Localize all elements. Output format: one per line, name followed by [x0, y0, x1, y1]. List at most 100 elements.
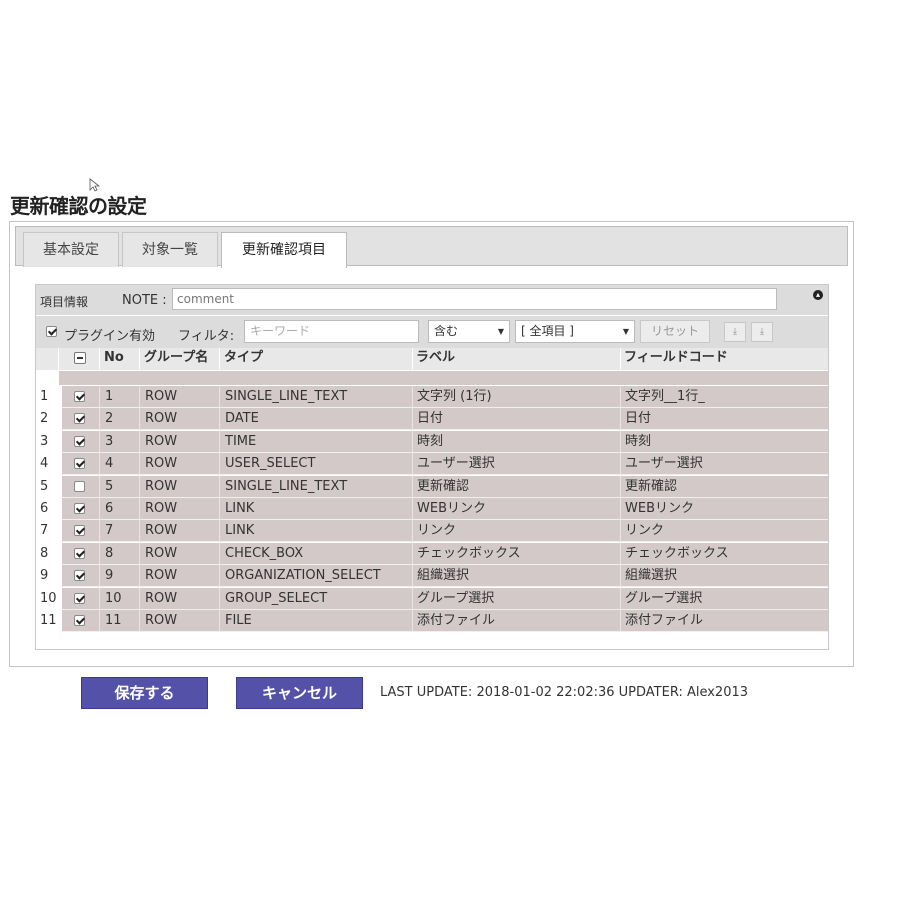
table-row[interactable]: 11 11 ROW FILE 添付ファイル 添付ファイル — [36, 610, 828, 632]
dropdown-arrow-icon: ▼ — [497, 327, 504, 336]
plugin-enabled-checkbox[interactable] — [46, 326, 57, 337]
table-row[interactable]: 7 7 ROW LINK リンク リンク — [36, 520, 828, 543]
settings-panel: 基本設定 対象一覧 更新確認項目 項目情報 NOTE : comment ▴ プ… — [9, 221, 854, 667]
row-checkbox-cell — [74, 498, 85, 520]
row-group: ROW — [145, 501, 178, 516]
dropdown-arrow-icon: ▼ — [622, 327, 629, 336]
row-field-code: 更新確認 — [625, 478, 678, 494]
row-checkbox[interactable] — [74, 547, 85, 559]
row-checkbox-cell — [74, 408, 85, 430]
cancel-button[interactable]: キャンセル — [236, 677, 363, 709]
row-field-code: ユーザー選択 — [625, 456, 703, 472]
row-index: 3 — [36, 430, 62, 453]
tab-bar: 基本設定 対象一覧 更新確認項目 — [15, 226, 848, 268]
table-row[interactable]: 1 1 ROW SINGLE_LINE_TEXT 文字列 (1行) 文字列__1行_ — [36, 386, 828, 408]
tab-update-check-items[interactable]: 更新確認項目 — [221, 232, 347, 268]
item-info-label: 項目情報 — [40, 295, 89, 309]
row-label: 文字列 (1行) — [417, 389, 492, 404]
move-bottom-icon[interactable]: ⤓ — [751, 322, 773, 342]
row-checkbox[interactable] — [74, 592, 85, 604]
row-checkbox[interactable] — [74, 413, 85, 425]
row-type: GROUP_SELECT — [225, 590, 328, 606]
field-scope-select[interactable]: [ 全項目 ] ▼ — [515, 320, 635, 343]
row-group: ROW — [145, 389, 178, 404]
row-index: 10 — [36, 587, 62, 610]
tab-basic-settings[interactable]: 基本設定 — [23, 232, 119, 267]
row-label: 組織選択 — [417, 568, 470, 584]
mouse-pointer-icon — [89, 178, 101, 192]
note-label: NOTE : — [122, 293, 167, 308]
note-input[interactable]: comment — [172, 288, 777, 310]
row-label: 添付ファイル — [417, 613, 496, 628]
collapse-icon[interactable]: ▴ — [813, 290, 823, 300]
row-checkbox-cell — [74, 453, 85, 475]
row-no: 1 — [105, 389, 114, 404]
match-mode-value: 含む — [434, 324, 459, 338]
move-down-icon[interactable]: ⤓ — [724, 322, 746, 342]
table-row[interactable]: 4 4 ROW USER_SELECT ユーザー選択 ユーザー選択 — [36, 453, 828, 476]
row-index: 7 — [36, 520, 62, 543]
item-table-panel: 項目情報 NOTE : comment ▴ プラグイン有効 フィルタ: キーワー… — [35, 284, 829, 650]
row-label: チェックボックス — [417, 545, 521, 561]
row-index: 11 — [36, 610, 62, 632]
table-row[interactable]: 10 10 ROW GROUP_SELECT グループ選択 グループ選択 — [36, 587, 828, 610]
row-checkbox[interactable] — [74, 458, 85, 470]
row-field-code: 日付 — [625, 411, 652, 427]
match-mode-select[interactable]: 含む ▼ — [428, 320, 510, 343]
table-row[interactable]: 6 6 ROW LINK WEBリンク WEBリンク — [36, 498, 828, 520]
row-no: 10 — [105, 590, 122, 606]
row-type: DATE — [225, 411, 259, 427]
last-update-text: LAST UPDATE: 2018-01-02 22:02:36 UPDATER… — [380, 685, 749, 700]
row-field-code: 文字列__1行_ — [625, 389, 705, 404]
row-index: 8 — [36, 542, 62, 565]
row-checkbox-cell — [74, 476, 85, 498]
row-checkbox-cell — [74, 588, 85, 610]
row-type: LINK — [225, 501, 255, 516]
header-no: No — [104, 350, 124, 365]
row-no: 8 — [105, 545, 114, 561]
row-no: 6 — [105, 501, 114, 516]
row-label: ユーザー選択 — [417, 456, 495, 472]
row-group: ROW — [145, 590, 178, 606]
row-checkbox[interactable] — [74, 435, 85, 447]
filter-row: プラグイン有効 フィルタ: キーワード 含む ▼ [ 全項目 ] ▼ リセット … — [36, 316, 828, 348]
row-checkbox-cell — [74, 386, 85, 408]
row-group: ROW — [145, 411, 178, 427]
row-field-code: 時刻 — [625, 433, 652, 449]
row-checkbox[interactable] — [74, 525, 85, 537]
filter-label: フィルタ: — [178, 329, 235, 344]
row-checkbox[interactable] — [74, 503, 85, 514]
row-checkbox[interactable] — [74, 615, 85, 626]
row-no: 7 — [105, 523, 114, 539]
row-group: ROW — [145, 545, 178, 561]
table-row[interactable]: 8 8 ROW CHECK_BOX チェックボックス チェックボックス — [36, 542, 828, 565]
save-button[interactable]: 保存する — [81, 677, 208, 709]
header-label: ラベル — [416, 350, 456, 365]
row-checkbox-cell — [74, 431, 85, 453]
row-type: FILE — [225, 613, 252, 628]
item-info-row: 項目情報 NOTE : comment ▴ — [36, 285, 828, 315]
row-type: SINGLE_LINE_TEXT — [225, 389, 348, 404]
tab-target-list[interactable]: 対象一覧 — [122, 232, 218, 267]
row-no: 9 — [105, 568, 114, 584]
row-field-code: グループ選択 — [625, 590, 703, 606]
row-group: ROW — [145, 613, 178, 628]
row-group: ROW — [145, 523, 178, 539]
row-checkbox-cell — [74, 520, 85, 542]
row-checkbox[interactable] — [74, 480, 85, 492]
table-row[interactable]: 5 5 ROW SINGLE_LINE_TEXT 更新確認 更新確認 — [36, 475, 828, 498]
row-label: リンク — [417, 523, 457, 539]
row-field-code: チェックボックス — [625, 545, 729, 561]
field-scope-value: [ 全項目 ] — [521, 324, 574, 338]
keyword-input[interactable]: キーワード — [244, 320, 419, 343]
row-type: TIME — [225, 433, 257, 449]
table-row[interactable]: 9 9 ROW ORGANIZATION_SELECT 組織選択 組織選択 — [36, 565, 828, 588]
row-type: LINK — [225, 523, 255, 539]
table-row[interactable]: 2 2 ROW DATE 日付 日付 — [36, 408, 828, 431]
row-index: 6 — [36, 498, 62, 520]
row-checkbox[interactable] — [74, 391, 85, 402]
table-row[interactable]: 3 3 ROW TIME 時刻 時刻 — [36, 430, 828, 453]
reset-button[interactable]: リセット — [640, 320, 710, 343]
row-checkbox[interactable] — [74, 570, 85, 582]
select-all-checkbox[interactable] — [74, 352, 86, 364]
